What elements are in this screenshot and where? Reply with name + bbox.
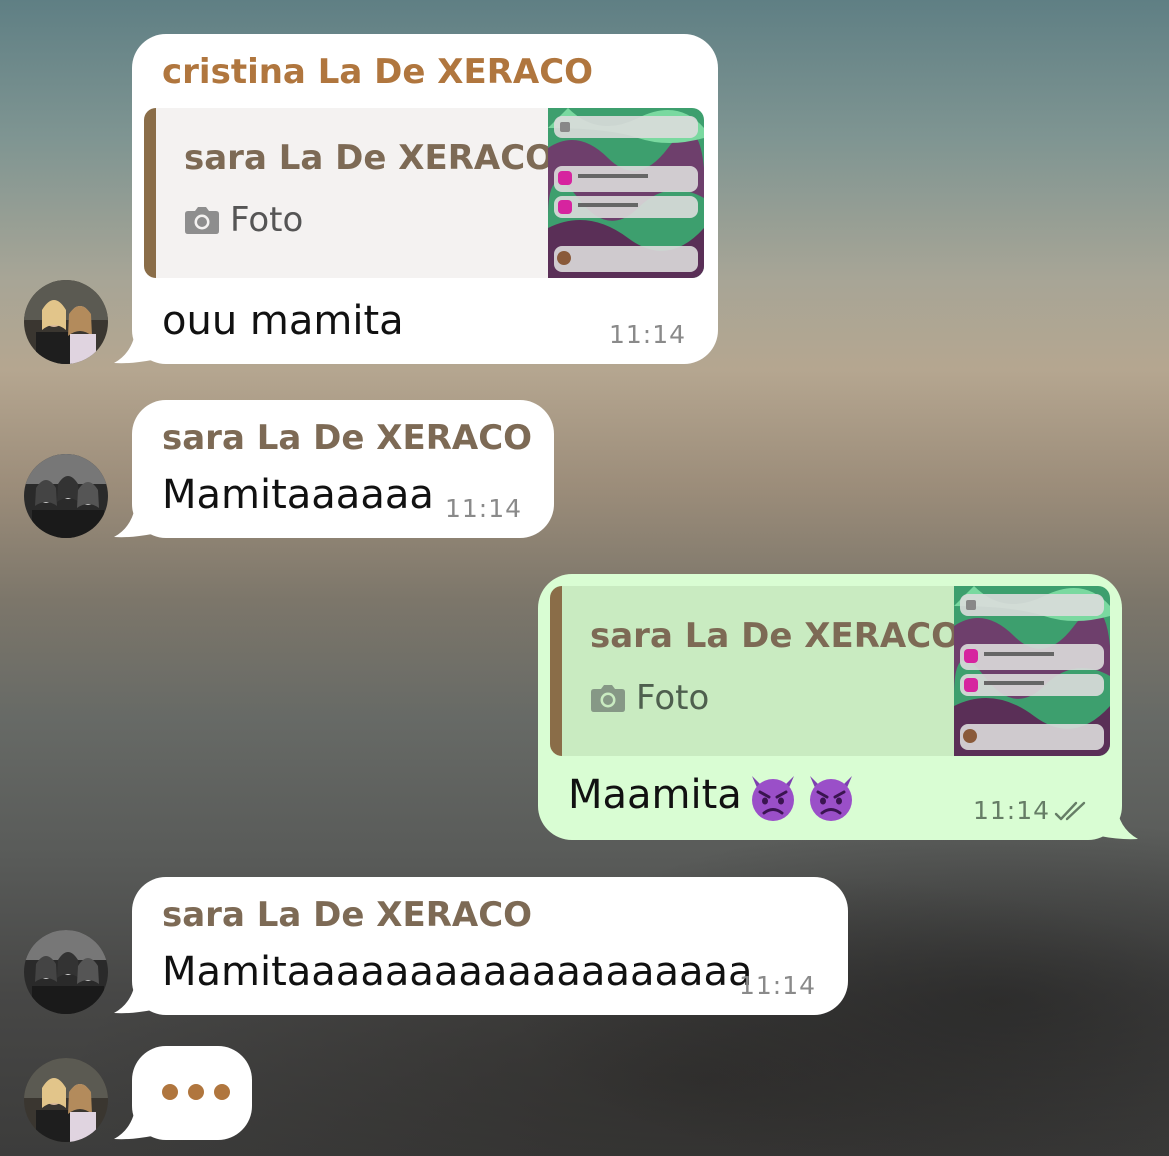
message-time: 11:14 <box>972 796 1050 825</box>
message-time: 11:14 <box>444 494 522 523</box>
sender-name: cristina La De XERACO <box>162 52 594 92</box>
sender-name: sara La De XERACO <box>162 895 533 935</box>
reply-quote[interactable]: sara La De XERACO Foto <box>550 586 1110 756</box>
avatar-cristina[interactable] <box>24 1058 108 1142</box>
message-bubble-incoming[interactable]: sara La De XERACO Mamitaaaaaaaaaaaaaaaaa… <box>132 877 848 1015</box>
quote-type: Foto <box>184 200 303 240</box>
message-time: 11:14 <box>608 320 686 349</box>
message-time-row: 11:14 <box>973 796 1090 825</box>
quote-type-label: Foto <box>230 200 304 240</box>
avatar-sara[interactable] <box>24 454 108 538</box>
message-text: Maamita <box>568 770 858 824</box>
avatar-sara[interactable] <box>24 930 108 1014</box>
quote-bar <box>144 108 156 278</box>
angry-devil-emoji <box>809 776 852 821</box>
typing-dot <box>162 1084 178 1100</box>
double-check-icon <box>1054 801 1086 821</box>
angry-devil-emoji <box>751 776 794 821</box>
quote-sender-name: sara La De XERACO <box>184 138 555 178</box>
sender-name: sara La De XERACO <box>162 418 533 458</box>
typing-dot <box>188 1084 204 1100</box>
camera-icon <box>185 207 219 234</box>
message-bubble-incoming[interactable]: cristina La De XERACO sara La De XERACO … <box>132 34 718 364</box>
message-bubble-incoming[interactable]: sara La De XERACO Mamitaaaaaa 11:14 <box>132 400 554 538</box>
message-bubble-outgoing[interactable]: sara La De XERACO Foto Maamita 11:14 <box>538 574 1122 840</box>
message-time: 11:14 <box>738 971 816 1000</box>
camera-icon <box>591 685 625 712</box>
typing-dot <box>214 1084 230 1100</box>
message-text: Mamitaaaaaa <box>162 472 434 518</box>
message-text: ouu mamita <box>162 298 404 344</box>
quote-type: Foto <box>590 678 709 718</box>
quote-bar <box>550 586 562 756</box>
message-text: Mamitaaaaaaaaaaaaaaaaaaa <box>162 949 753 995</box>
avatar-cristina[interactable] <box>24 280 108 364</box>
message-text-content: Maamita <box>568 772 742 818</box>
quote-type-label: Foto <box>636 678 710 718</box>
quoted-photo-thumbnail[interactable] <box>548 108 704 278</box>
typing-indicator <box>132 1046 252 1140</box>
typing-dots <box>162 1084 230 1100</box>
quoted-photo-thumbnail[interactable] <box>954 586 1110 756</box>
reply-quote[interactable]: sara La De XERACO Foto <box>144 108 704 278</box>
quote-sender-name: sara La De XERACO <box>590 616 961 656</box>
chat-message-list[interactable]: cristina La De XERACO sara La De XERACO … <box>0 0 1169 1156</box>
